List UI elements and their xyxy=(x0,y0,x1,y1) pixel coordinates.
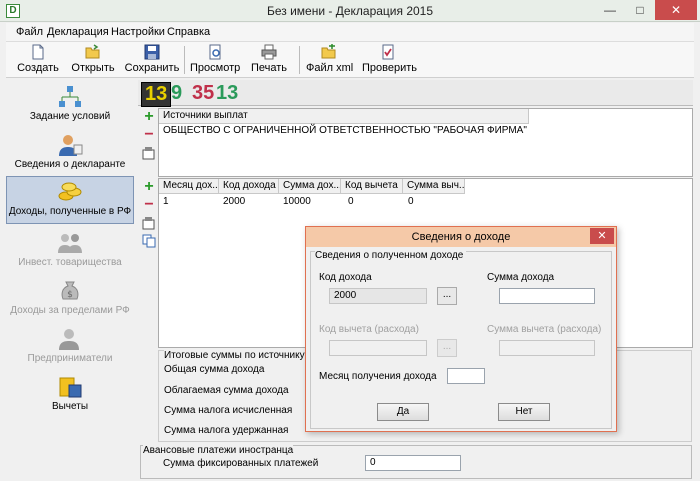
sidebar-item-conditions[interactable]: Задание условий xyxy=(6,82,134,130)
sources-header: Источники выплат xyxy=(159,109,529,124)
maximize-button[interactable]: □ xyxy=(625,0,655,20)
source-row[interactable]: ОБЩЕСТВО С ОГРАНИЧЕННОЙ ОТВЕТСТВЕННОСТЬЮ… xyxy=(163,125,527,136)
yes-button[interactable]: Да xyxy=(377,403,429,421)
rate-9-tab[interactable]: 9 xyxy=(171,82,182,105)
partners-icon xyxy=(58,234,82,253)
toolbar-separator xyxy=(299,46,300,74)
deduction-code-field[interactable] xyxy=(329,340,427,356)
sources-grid: Источники выплат ОБЩЕСТВО С ОГРАНИЧЕННОЙ… xyxy=(158,108,693,177)
advance-payments-panel: Авансовые платежи иностранца Сумма фикси… xyxy=(140,445,692,479)
new-document-icon xyxy=(32,44,44,60)
deduction-code-label: Код вычета (расхода) xyxy=(319,324,419,335)
copy-income-icon[interactable] xyxy=(142,234,156,248)
businessman-icon xyxy=(59,329,79,350)
title-bar: D Без имени - Декларация 2015 — □ ✕ xyxy=(0,0,700,22)
printer-icon xyxy=(261,44,277,60)
preview-icon xyxy=(209,44,221,60)
sidebar-item-deductions[interactable]: Вычеты xyxy=(6,372,134,420)
income-tools: + − xyxy=(138,178,158,258)
income-code-lookup-button[interactable]: ... xyxy=(437,287,457,305)
dialog-title: Сведения о доходе xyxy=(411,231,511,243)
open-button[interactable]: Открыть xyxy=(68,44,118,77)
deduction-sum-field[interactable] xyxy=(499,340,595,356)
rate-13-tab[interactable]: 13 xyxy=(141,82,172,107)
remove-source-icon[interactable]: − xyxy=(142,127,156,143)
rate-13-nonres-tab[interactable]: 13 xyxy=(216,82,238,105)
col-deduction-code[interactable]: Код вычета xyxy=(341,179,403,194)
check-document-icon xyxy=(382,44,394,60)
minimize-button[interactable]: — xyxy=(595,0,625,20)
deduction-sum-label: Сумма вычета (расхода) xyxy=(487,324,602,335)
tax-calculated-label: Сумма налога исчисленная xyxy=(164,405,293,416)
tax-withheld-label: Сумма налога удержанная xyxy=(164,425,289,436)
income-cell-code[interactable]: 2000 xyxy=(223,196,245,207)
income-cell-month[interactable]: 1 xyxy=(163,196,169,207)
coins-icon xyxy=(58,182,82,201)
add-source-icon[interactable]: + xyxy=(142,109,156,125)
edit-source-icon[interactable] xyxy=(142,146,156,160)
user-icon xyxy=(59,135,83,156)
taxable-income-label: Облагаемая сумма дохода xyxy=(164,385,289,396)
menu-help[interactable]: Справка xyxy=(167,26,210,38)
total-income-label: Общая сумма дохода xyxy=(164,364,265,375)
totals-header: Итоговые суммы по источнику в xyxy=(164,350,315,361)
tax-rates-bar: 13 9 35 13 xyxy=(138,80,693,107)
sidebar-item-declarant[interactable]: Сведения о декларанте xyxy=(6,130,134,178)
network-icon xyxy=(59,86,81,107)
check-button[interactable]: Проверить xyxy=(362,44,417,77)
moneybag-icon: $ xyxy=(61,281,79,300)
svg-text:$: $ xyxy=(67,290,73,300)
save-button[interactable]: Сохранить xyxy=(124,44,180,77)
advance-header: Авансовые платежи иностранца xyxy=(143,445,294,456)
income-cell-sum[interactable]: 10000 xyxy=(283,196,311,207)
edit-income-icon[interactable] xyxy=(142,216,156,230)
sidebar-item-income-abroad[interactable]: $ Доходы за пределами РФ xyxy=(6,276,134,324)
no-button[interactable]: Нет xyxy=(498,403,550,421)
col-income-code[interactable]: Код дохода xyxy=(219,179,279,194)
income-sum-field[interactable] xyxy=(499,288,595,304)
preview-button[interactable]: Просмотр xyxy=(190,44,240,77)
sidebar-item-entrepreneurs[interactable]: Предприниматели xyxy=(6,324,134,372)
add-income-icon[interactable]: + xyxy=(142,179,156,195)
toolbar: Создать Открыть Сохранить Просмотр Печат… xyxy=(6,41,694,78)
income-month-field[interactable] xyxy=(447,368,485,384)
sidebar-item-investment-partnerships[interactable]: Инвест. товарищества xyxy=(6,228,134,276)
menu-file[interactable]: Файл xyxy=(16,26,43,38)
menu-bar: Файл Декларация Настройки Справка xyxy=(6,23,694,41)
remove-income-icon[interactable]: − xyxy=(142,197,156,213)
income-month-label: Месяц получения дохода xyxy=(319,371,437,382)
create-button[interactable]: Создать xyxy=(16,44,60,77)
toolbar-separator xyxy=(184,46,185,74)
deduction-code-lookup-button[interactable]: ... xyxy=(437,339,457,357)
fixed-payments-input[interactable]: 0 xyxy=(365,455,461,471)
group-title: Сведения о полученном доходе xyxy=(315,250,467,261)
deductions-icon xyxy=(59,377,82,398)
sidebar: Задание условий Сведения о декларанте До… xyxy=(6,80,134,447)
xml-export-icon xyxy=(321,44,336,59)
sidebar-item-income-rf[interactable]: Доходы, полученные в РФ xyxy=(6,176,134,224)
income-cell-deduction-code[interactable]: 0 xyxy=(348,196,354,207)
col-income-sum[interactable]: Сумма дох... xyxy=(279,179,341,194)
col-deduction-sum[interactable]: Сумма выч... xyxy=(403,179,465,194)
fixed-payments-label: Сумма фиксированных платежей xyxy=(163,458,319,469)
close-window-button[interactable]: ✕ xyxy=(655,0,697,20)
dialog-title-bar: Сведения о доходе ✕ xyxy=(306,227,616,247)
xml-file-button[interactable]: Файл xml xyxy=(306,44,353,77)
menu-declaration[interactable]: Декларация xyxy=(47,26,109,38)
save-disk-icon xyxy=(144,44,160,60)
income-code-label: Код дохода xyxy=(319,272,372,283)
rate-35-tab[interactable]: 35 xyxy=(192,82,214,105)
income-code-field[interactable]: 2000 xyxy=(329,288,427,304)
dialog-close-button[interactable]: ✕ xyxy=(590,228,614,244)
income-details-dialog: Сведения о доходе ✕ Сведения о полученно… xyxy=(305,226,617,432)
menu-settings[interactable]: Настройки xyxy=(111,26,165,38)
col-income-month[interactable]: Месяц дох... xyxy=(159,179,219,194)
open-folder-icon xyxy=(85,44,100,59)
dialog-body: Сведения о полученном доходе Код дохода … xyxy=(310,250,612,429)
print-button[interactable]: Печать xyxy=(249,44,289,77)
sources-tools: + − xyxy=(138,108,158,176)
income-cell-deduction-sum[interactable]: 0 xyxy=(408,196,414,207)
income-sum-label: Сумма дохода xyxy=(487,272,555,283)
